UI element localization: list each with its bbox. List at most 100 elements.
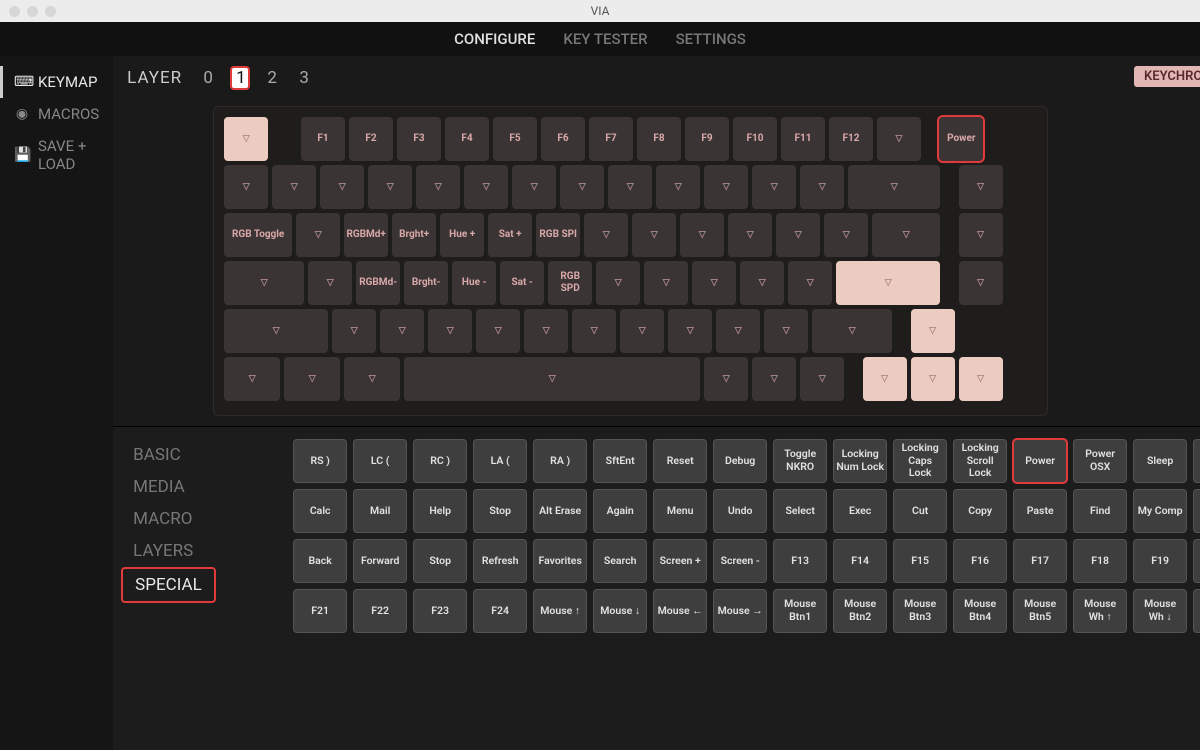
keycap[interactable] xyxy=(320,165,364,209)
keycap[interactable] xyxy=(344,357,400,401)
palette-key[interactable]: Mouse Btn5 xyxy=(1013,589,1067,633)
keycap[interactable] xyxy=(524,309,568,353)
palette-key[interactable]: Sleep xyxy=(1133,439,1187,483)
palette-key[interactable]: Mouse Wh ↑ xyxy=(1073,589,1127,633)
keycap[interactable] xyxy=(704,165,748,209)
palette-key[interactable]: Mouse Btn1 xyxy=(773,589,827,633)
palette-key[interactable]: Refresh xyxy=(473,539,527,583)
key-sat-minus[interactable]: Sat - xyxy=(500,261,544,305)
keycap[interactable] xyxy=(752,165,796,209)
keycap[interactable] xyxy=(296,213,340,257)
tab-settings[interactable]: SETTINGS xyxy=(676,30,746,48)
palette-key[interactable]: Select xyxy=(773,489,827,533)
layer-3[interactable]: 3 xyxy=(294,68,314,88)
key-f6[interactable]: F6 xyxy=(541,117,585,161)
palette-key[interactable]: F20 xyxy=(1193,539,1200,583)
keycap[interactable] xyxy=(512,165,556,209)
key-f3[interactable]: F3 xyxy=(397,117,441,161)
palette-key[interactable]: LA ( xyxy=(473,439,527,483)
palette-key[interactable]: Locking Scroll Lock xyxy=(953,439,1007,483)
palette-key[interactable]: Copy xyxy=(953,489,1007,533)
keycap[interactable] xyxy=(692,261,736,305)
palette-key[interactable]: Paste xyxy=(1013,489,1067,533)
palette-key[interactable]: SftEnt xyxy=(593,439,647,483)
keycap[interactable] xyxy=(224,261,304,305)
key-f11[interactable]: F11 xyxy=(781,117,825,161)
key-arrow-right[interactable] xyxy=(959,357,1003,401)
keycap[interactable] xyxy=(728,213,772,257)
palette-key[interactable]: Mouse Btn3 xyxy=(893,589,947,633)
palette-key[interactable]: Power OSX xyxy=(1073,439,1127,483)
palette-key[interactable]: Undo xyxy=(713,489,767,533)
keycap[interactable] xyxy=(800,165,844,209)
keycap[interactable] xyxy=(872,213,940,257)
keycap[interactable] xyxy=(428,309,472,353)
key-arrow-up[interactable] xyxy=(911,309,955,353)
key-rgb-toggle[interactable]: RGB Toggle xyxy=(224,213,292,257)
key-f1[interactable]: F1 xyxy=(301,117,345,161)
key-arrow-left[interactable] xyxy=(863,357,907,401)
category-media[interactable]: MEDIA xyxy=(121,471,275,503)
palette-key[interactable]: Screen - xyxy=(713,539,767,583)
palette-key[interactable]: Stop xyxy=(413,539,467,583)
keycap[interactable] xyxy=(224,309,328,353)
keycap[interactable] xyxy=(368,165,412,209)
keycap[interactable] xyxy=(877,117,921,161)
keycap[interactable] xyxy=(716,309,760,353)
keycap[interactable] xyxy=(752,357,796,401)
keycap[interactable] xyxy=(284,357,340,401)
palette-key[interactable]: F18 xyxy=(1073,539,1127,583)
palette-key[interactable]: F15 xyxy=(893,539,947,583)
palette-key[interactable]: Power xyxy=(1013,439,1067,483)
keycap[interactable] xyxy=(959,261,1003,305)
keycap[interactable] xyxy=(959,213,1003,257)
palette-key[interactable]: Mouse Btn4 xyxy=(953,589,1007,633)
palette-key[interactable]: F24 xyxy=(473,589,527,633)
palette-key[interactable]: Home xyxy=(1193,489,1200,533)
palette-key[interactable]: Forward xyxy=(353,539,407,583)
palette-key[interactable]: F16 xyxy=(953,539,1007,583)
palette-key[interactable]: Screen + xyxy=(653,539,707,583)
keycap[interactable] xyxy=(656,165,700,209)
palette-key[interactable]: Mail xyxy=(353,489,407,533)
key-f12[interactable]: F12 xyxy=(829,117,873,161)
palette-key[interactable]: Mouse → xyxy=(713,589,767,633)
keycap[interactable] xyxy=(560,165,604,209)
keycap[interactable] xyxy=(416,165,460,209)
palette-key[interactable]: Find xyxy=(1073,489,1127,533)
palette-key[interactable]: Favorites xyxy=(533,539,587,583)
palette-key[interactable]: F14 xyxy=(833,539,887,583)
sidebar-item-macros[interactable]: ◉ MACROS xyxy=(0,98,113,130)
palette-key[interactable]: Mouse Wh ↓ xyxy=(1133,589,1187,633)
keycap[interactable] xyxy=(644,261,688,305)
key-enter[interactable] xyxy=(836,261,940,305)
key-f2[interactable]: F2 xyxy=(349,117,393,161)
keycap[interactable] xyxy=(608,165,652,209)
key-hue-plus[interactable]: Hue + xyxy=(440,213,484,257)
palette-key[interactable]: Locking Caps Lock xyxy=(893,439,947,483)
category-macro[interactable]: MACRO xyxy=(121,503,275,535)
key-f7[interactable]: F7 xyxy=(589,117,633,161)
key-rgb-spd[interactable]: RGB SPD xyxy=(548,261,592,305)
palette-key[interactable]: Stop xyxy=(473,489,527,533)
layer-2[interactable]: 2 xyxy=(262,68,282,88)
palette-key[interactable]: Again xyxy=(593,489,647,533)
tab-key-tester[interactable]: KEY TESTER xyxy=(563,30,647,48)
palette-key[interactable]: Mouse ↑ xyxy=(533,589,587,633)
keycap[interactable] xyxy=(272,165,316,209)
key-escape[interactable] xyxy=(224,117,268,161)
keycap[interactable] xyxy=(668,309,712,353)
palette-key[interactable]: Mouse Wh ← xyxy=(1193,589,1200,633)
key-f10[interactable]: F10 xyxy=(733,117,777,161)
palette-key[interactable]: F13 xyxy=(773,539,827,583)
key-rgb-spi[interactable]: RGB SPI xyxy=(536,213,580,257)
layer-0[interactable]: 0 xyxy=(198,68,218,88)
keycap[interactable] xyxy=(584,213,628,257)
keycap[interactable] xyxy=(812,309,892,353)
palette-key[interactable]: F21 xyxy=(293,589,347,633)
keycap[interactable] xyxy=(800,357,844,401)
palette-key[interactable]: Calc xyxy=(293,489,347,533)
palette-key[interactable]: F23 xyxy=(413,589,467,633)
palette-key[interactable]: LC ( xyxy=(353,439,407,483)
key-hue-minus[interactable]: Hue - xyxy=(452,261,496,305)
